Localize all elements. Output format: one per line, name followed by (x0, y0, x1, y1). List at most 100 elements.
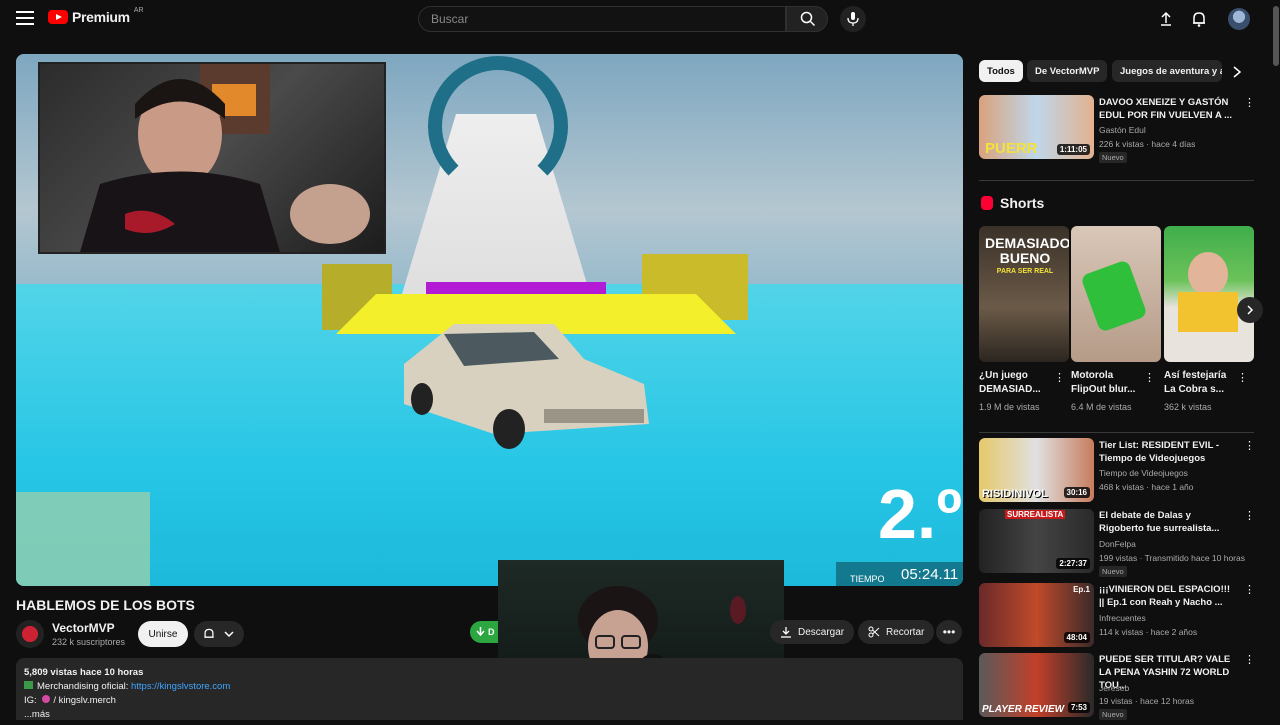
instagram-icon (42, 695, 51, 703)
notifications-bell-icon[interactable] (1190, 10, 1208, 28)
video-thumbnail[interactable]: SURREALISTA 2:27:37 (979, 509, 1094, 573)
clip-button[interactable]: Recortar (858, 620, 935, 644)
search-input[interactable]: Buscar (418, 6, 786, 32)
scissors-icon (868, 626, 880, 638)
new-badge: Nuevo (1099, 566, 1127, 577)
subscription-bell-button[interactable] (194, 621, 244, 647)
streamer-face (80, 64, 370, 252)
scrollbar-thumb[interactable] (1273, 6, 1279, 66)
more-actions-button[interactable]: ••• (936, 620, 962, 644)
short-thumbnail[interactable] (1071, 226, 1161, 362)
view-stats: 5,809 vistas hace 10 horas (24, 667, 144, 678)
chip-channel[interactable]: De VectorMVP (1027, 60, 1108, 82)
shorts-icon (981, 196, 993, 210)
short-thumbnail[interactable]: DEMASIADO BUENO PARA SER REAL (979, 226, 1069, 362)
download-label: Descargar (798, 626, 845, 638)
bell-icon (204, 628, 214, 638)
scrollbar-track[interactable] (1272, 0, 1280, 720)
video-duration: 1:11:05 (1056, 144, 1090, 155)
channel-avatar[interactable] (16, 620, 44, 648)
game-minimap (16, 492, 150, 586)
chevron-right-icon[interactable] (1232, 66, 1242, 78)
phone-image (1080, 259, 1148, 333)
video-title[interactable]: El debate de Dalas y Rigoberto fue surre… (1099, 509, 1234, 535)
shirt-icon (24, 681, 33, 689)
video-duration: 7:53 (1067, 702, 1090, 713)
video-meta: 114 k vistas · hace 2 años (1099, 627, 1198, 637)
video-description[interactable]: 5,809 vistas hace 10 horas Merchandising… (16, 658, 963, 720)
short-views: 6.4 M de vistas (1071, 402, 1132, 412)
search-button[interactable] (786, 6, 828, 32)
video-duration: 30:16 (1063, 487, 1090, 498)
short-title[interactable]: Motorola FlipOut blur... (1071, 369, 1141, 397)
voice-search-button[interactable] (840, 6, 866, 32)
race-time-value: 05:24.11 (901, 566, 959, 583)
short-thumbnail-text: DEMASIADO BUENO (985, 235, 1069, 266)
channel-name[interactable]: VectorMVP (52, 621, 115, 635)
instagram-handle[interactable]: / kingslv.merch (53, 695, 116, 706)
green-button-label: D (488, 627, 495, 637)
new-badge: Nuevo (1099, 709, 1127, 720)
shorts-next-button[interactable] (1237, 297, 1263, 323)
divider (979, 432, 1254, 433)
video-options-icon[interactable]: ⋮ (1244, 511, 1255, 522)
race-position: 2.º (878, 475, 962, 553)
video-title: HABLEMOS DE LOS BOTS (16, 597, 195, 613)
channel-name[interactable]: Jereseb (1099, 683, 1129, 693)
microphone-icon (847, 12, 859, 26)
short-thumbnail[interactable] (1164, 226, 1254, 362)
video-player[interactable]: 2.º TIEMPO 05:24.11 (16, 54, 963, 586)
video-title[interactable]: Tier List: RESIDENT EVIL - Tiempo de Vid… (1099, 439, 1234, 465)
new-badge: Nuevo (1099, 152, 1127, 163)
search-placeholder: Buscar (431, 12, 469, 26)
video-options-icon[interactable]: ⋮ (1244, 98, 1255, 109)
chip-todos[interactable]: Todos (979, 60, 1023, 82)
short-thumbnail-subtext: PARA SER REAL (996, 268, 1054, 275)
upload-icon[interactable] (1157, 10, 1175, 28)
race-time-label: TIEMPO (850, 574, 885, 584)
clip-label: Recortar (886, 626, 925, 638)
video-meta: 199 vistas · Transmitido hace 10 horas (1099, 553, 1245, 563)
short-title[interactable]: Así festejaría La Cobra s... (1164, 369, 1234, 397)
youtube-premium-logo[interactable]: Premium AR (48, 7, 144, 25)
thumbnail-text: PLAYER REVIEW (982, 704, 1065, 715)
video-thumbnail[interactable]: Ep.1 48:04 (979, 583, 1094, 647)
subscriber-count: 232 k suscriptores (52, 637, 126, 647)
short-title[interactable]: ¿Un juego DEMASIAD... (979, 369, 1049, 397)
video-title[interactable]: ¡¡¡VINIERON DEL ESPACIO!!! || Ep.1 con R… (1099, 583, 1234, 609)
video-options-icon[interactable]: ⋮ (1244, 585, 1255, 596)
streamer-webcam-overlay (38, 62, 386, 254)
channel-name[interactable]: Infrecuentes (1099, 613, 1146, 623)
video-thumbnail[interactable]: PUERR 1:11:05 (979, 95, 1094, 159)
channel-name[interactable]: DonFelpa (1099, 539, 1136, 549)
video-options-icon[interactable]: ⋮ (1244, 441, 1255, 452)
youtube-play-icon (48, 10, 68, 24)
video-thumbnail[interactable]: PLAYER REVIEW 7:53 (979, 653, 1094, 717)
short-options-icon[interactable]: ⋮ (1144, 373, 1155, 384)
menu-icon[interactable] (16, 11, 34, 25)
logo-text: Premium (72, 9, 130, 25)
short-views: 1.9 M de vistas (979, 402, 1040, 412)
show-more-link[interactable]: ...más (24, 709, 50, 720)
search-icon (800, 11, 816, 27)
video-thumbnail[interactable]: RISIDINIVOL 30:16 (979, 438, 1094, 502)
divider (979, 180, 1254, 181)
account-avatar[interactable] (1228, 8, 1250, 30)
chevron-right-icon (1247, 305, 1254, 315)
green-action-button[interactable]: D (470, 621, 500, 643)
download-button[interactable]: Descargar (770, 620, 855, 644)
short-options-icon[interactable]: ⋮ (1054, 373, 1065, 384)
join-button[interactable]: Unirse (138, 621, 188, 647)
thumbnail-text: SURREALISTA (1005, 510, 1066, 519)
chip-adventure-games[interactable]: Juegos de aventura y a (1112, 60, 1222, 82)
short-views: 362 k vistas (1164, 402, 1212, 412)
channel-name[interactable]: Tiempo de Videojuegos (1099, 468, 1188, 478)
video-meta: 226 k vistas · hace 4 días (1099, 139, 1196, 149)
video-options-icon[interactable]: ⋮ (1244, 655, 1255, 666)
video-meta: 19 vistas · hace 12 horas (1099, 696, 1194, 706)
video-title[interactable]: DAVOO XENEIZE Y GASTÓN EDUL POR FIN VUEL… (1099, 96, 1234, 122)
channel-name[interactable]: Gastón Edul (1099, 125, 1146, 135)
download-icon (781, 627, 791, 638)
merch-link[interactable]: https://kingslvstore.com (131, 681, 230, 692)
short-options-icon[interactable]: ⋮ (1237, 373, 1248, 384)
